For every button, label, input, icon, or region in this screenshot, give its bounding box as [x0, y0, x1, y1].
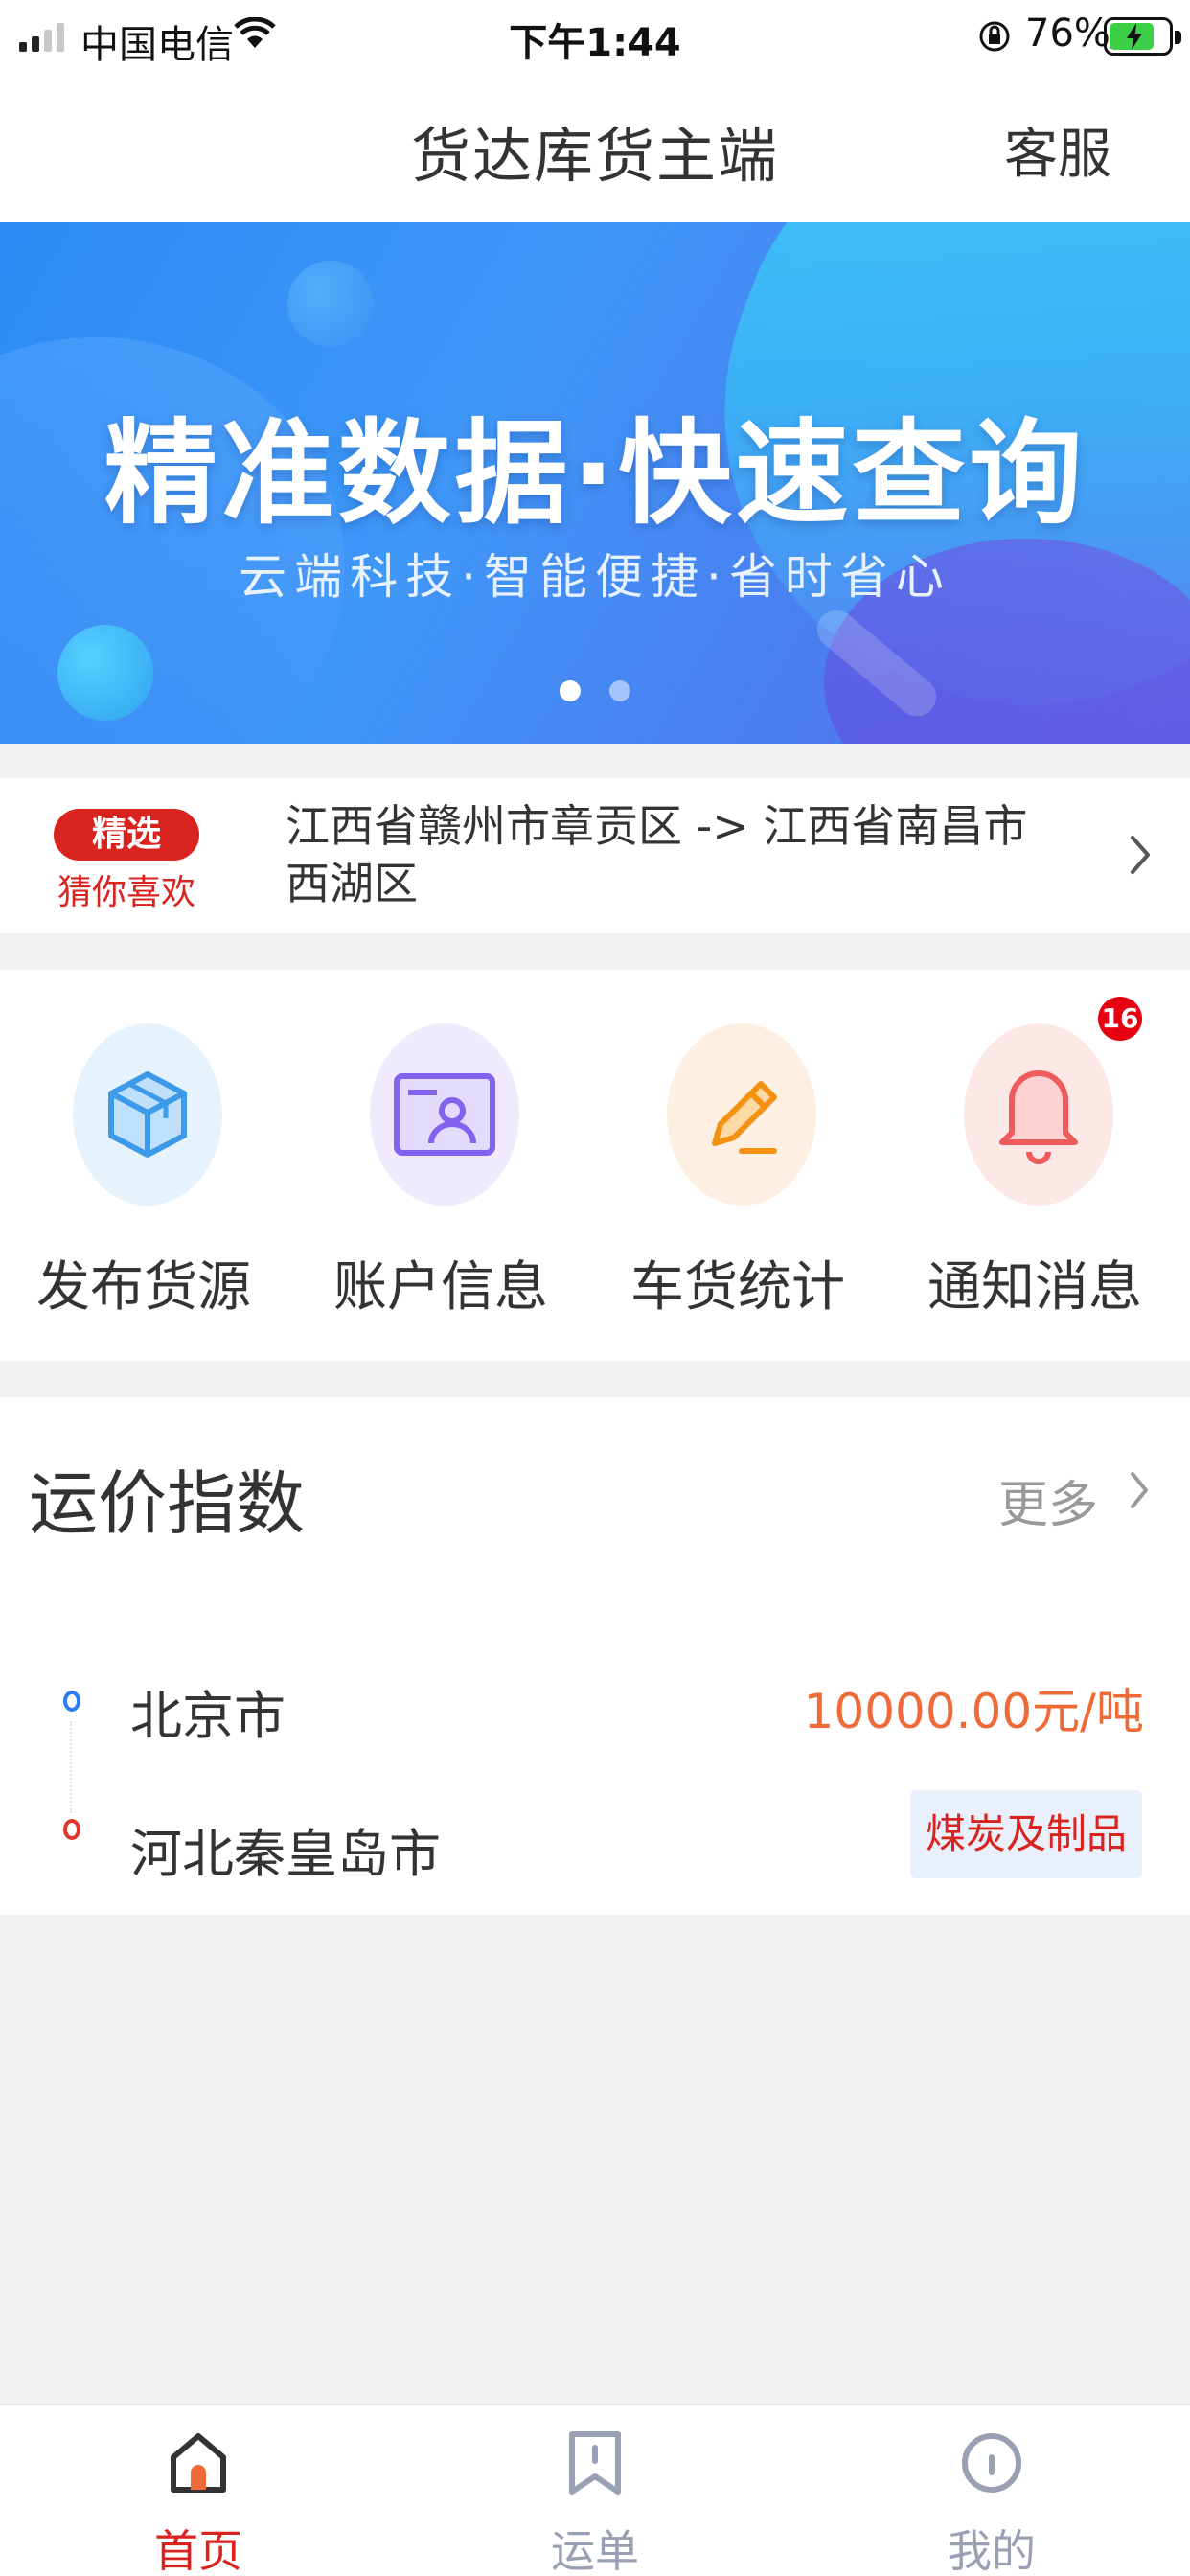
carousel-dot-active[interactable] [560, 680, 581, 702]
section-title: 运价指数 [29, 1463, 306, 1544]
pencil-icon [667, 1024, 816, 1206]
tab-waybill[interactable]: 运单 [397, 2405, 793, 2576]
profile-icon [793, 2428, 1190, 2497]
featured-subtag: 猜你喜欢 [57, 873, 195, 912]
notification-count-badge: 16 [1098, 997, 1142, 1041]
banner-headline: 精准数据·快速查询 [103, 407, 1087, 540]
freight-index-card: 运价指数 更多 北京市 河北秦皇岛市 10000.00元/吨 煤炭及制品 [0, 1397, 1190, 1915]
menu-label: 车货统计 [630, 1256, 845, 1319]
bell-icon [964, 1024, 1113, 1206]
tab-label: 运单 [551, 2525, 639, 2576]
carousel-dot[interactable] [609, 680, 630, 702]
package-icon [73, 1024, 222, 1206]
destination-marker-icon [63, 1819, 80, 1840]
origin-marker-icon [63, 1690, 80, 1712]
route-text: 江西省赣州市章贡区 -> 江西省南昌市西湖区 [286, 800, 1028, 909]
menu-item-publish-cargo[interactable]: 发布货源 [29, 1024, 259, 1330]
nav-bar: 货达库货主端 客服 [0, 73, 1190, 222]
menu-item-notifications[interactable]: 通知消息 [920, 1024, 1150, 1330]
customer-service-button[interactable]: 客服 [1004, 111, 1111, 189]
home-icon [0, 2428, 397, 2497]
tab-home[interactable]: 首页 [0, 2405, 397, 2576]
more-link[interactable]: 更多 [998, 1464, 1098, 1536]
chevron-right-icon [1129, 834, 1152, 880]
cargo-type-badge: 煤炭及制品 [909, 1790, 1142, 1878]
chevron-right-icon[interactable] [1129, 1470, 1150, 1514]
battery-icon [1104, 17, 1181, 56]
route-connector [70, 1721, 72, 1813]
bookmark-icon [397, 2428, 793, 2497]
menu-item-vehicle-cargo-stats[interactable]: 车货统计 [623, 1024, 853, 1330]
tab-label: 我的 [948, 2525, 1036, 2576]
featured-tag: 精选 [54, 809, 199, 861]
tab-mine[interactable]: 我的 [793, 2405, 1190, 2576]
banner-subline: 云端科技·智能便捷·省时省心 [239, 549, 951, 605]
origin-city: 北京市 [130, 1686, 286, 1746]
promo-banner[interactable]: 精准数据·快速查询 云端科技·智能便捷·省时省心 [0, 222, 1190, 744]
destination-city: 河北秦皇岛市 [130, 1824, 441, 1884]
tab-bar: 首页 运单 我的 [0, 2404, 1190, 2576]
id-card-icon [370, 1024, 519, 1206]
recommended-route-card[interactable]: 精选 猜你喜欢 江西省赣州市章贡区 -> 江西省南昌市西湖区 [0, 778, 1190, 933]
freight-price: 10000.00元/吨 [803, 1684, 1144, 1739]
menu-label: 账户信息 [333, 1256, 548, 1319]
battery-percent: 76% [1025, 12, 1110, 56]
menu-label: 通知消息 [927, 1256, 1142, 1319]
rotation-lock-icon [977, 19, 1012, 58]
quick-menu: 发布货源 账户信息 车货统计 通知消息 [0, 970, 1190, 1361]
status-bar: 中国电信 下午1:44 76% [0, 0, 1190, 73]
tab-label: 首页 [154, 2525, 242, 2576]
menu-item-account-info[interactable]: 账户信息 [326, 1024, 556, 1330]
menu-label: 发布货源 [36, 1256, 251, 1319]
